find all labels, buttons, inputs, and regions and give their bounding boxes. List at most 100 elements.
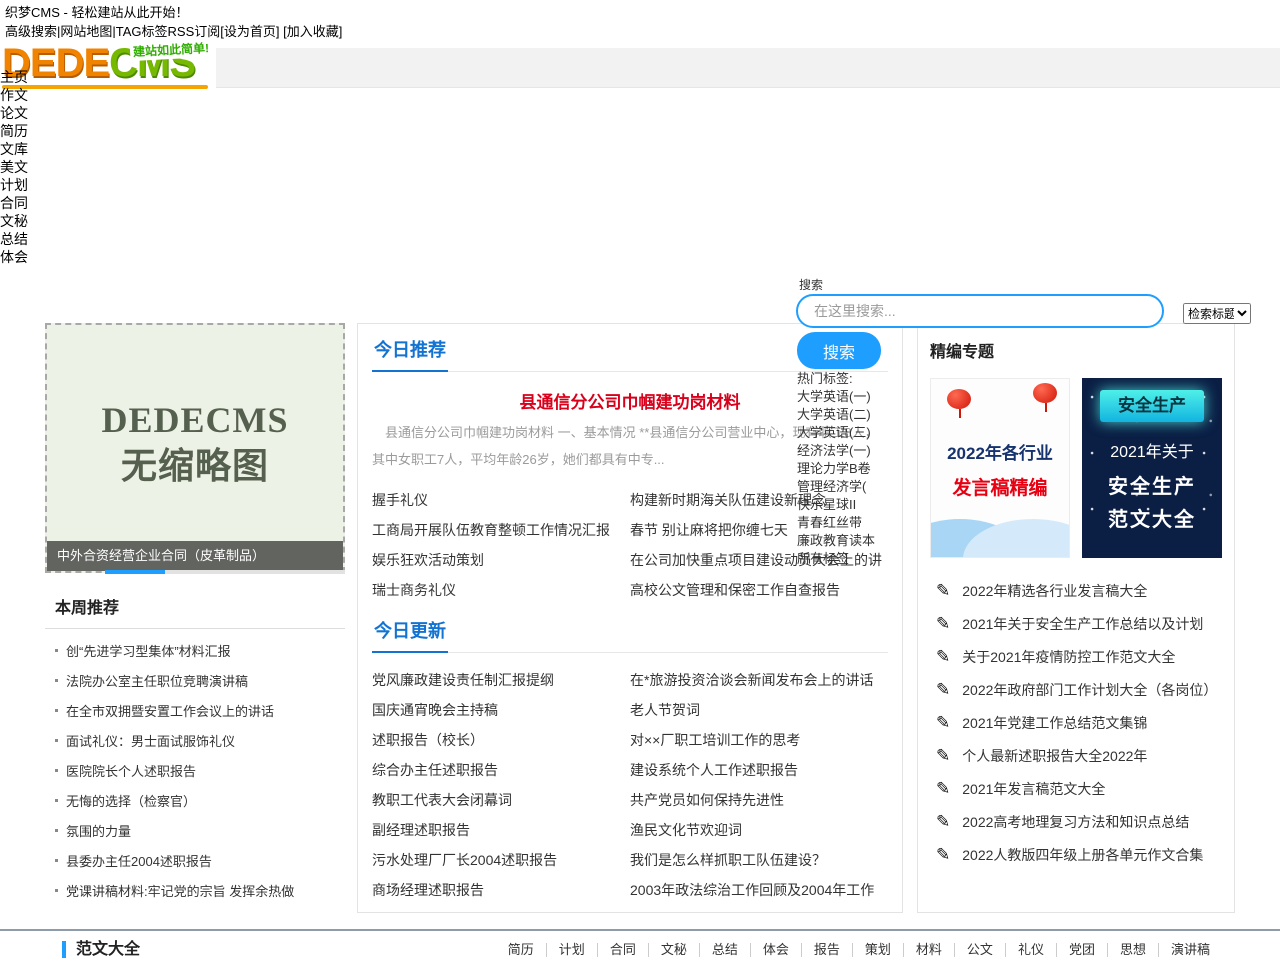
- footer-nav-link[interactable]: 演讲稿: [1171, 942, 1210, 957]
- article-link[interactable]: 党课讲稿材料:牢记党的宗旨 发挥余热做: [66, 884, 294, 899]
- edit-icon: ✎: [936, 581, 950, 601]
- footer-nav-link[interactable]: 体会: [763, 942, 789, 957]
- side-nav-link[interactable]: 合同: [0, 195, 28, 211]
- hot-tag-link[interactable]: 青春红丝带: [797, 514, 917, 532]
- article-link[interactable]: 建设系统个人工作述职报告: [630, 755, 888, 785]
- search-button[interactable]: 搜索: [797, 332, 881, 369]
- side-nav-link[interactable]: 总结: [0, 231, 28, 247]
- topic-link[interactable]: 2022高考地理复习方法和知识点总结: [962, 812, 1189, 832]
- article-row: 教职工代表大会闭幕词 共产党员如何保持先进性: [372, 785, 888, 815]
- side-nav-link[interactable]: 文秘: [0, 213, 28, 229]
- logo-slogan: 建站如此简单!: [130, 38, 213, 61]
- article-link[interactable]: 共产党员如何保持先进性: [630, 785, 888, 815]
- today-update-title: 今日更新: [372, 617, 448, 653]
- article-link[interactable]: 述职报告（校长）: [372, 725, 630, 755]
- hot-tag-link[interactable]: 大学英语(一): [797, 388, 917, 406]
- footer-nav-link[interactable]: 党团: [1069, 942, 1095, 957]
- hot-tag-link[interactable]: 所有标签: [797, 550, 917, 568]
- article-link[interactable]: 无悔的选择（检察官）: [66, 794, 196, 809]
- topic-link[interactable]: 个人最新述职报告大全2022年: [962, 746, 1147, 766]
- topic-banner-speeches[interactable]: 2022年各行业 发言稿精编: [930, 378, 1070, 558]
- article-link[interactable]: 老人节贺词: [630, 695, 888, 725]
- article-link[interactable]: 2003年政法综治工作回顾及2004年工作: [630, 875, 888, 905]
- slider-indicator[interactable]: [105, 570, 345, 574]
- edit-icon: ✎: [936, 746, 950, 766]
- search-scope-select[interactable]: 检索标题: [1183, 303, 1251, 324]
- hot-tag-link[interactable]: 管理经济学(: [797, 478, 917, 496]
- topic-link[interactable]: 2022年政府部门工作计划大全（各岗位）: [962, 680, 1217, 700]
- article-link[interactable]: 瑞士商务礼仪: [372, 575, 630, 605]
- article-link[interactable]: 县委办主任2004述职报告: [66, 854, 212, 869]
- search-input[interactable]: [796, 294, 1164, 328]
- slide-caption[interactable]: 中外合资经营企业合同（皮革制品）: [47, 541, 343, 571]
- side-nav-link[interactable]: 论文: [0, 105, 28, 121]
- article-link[interactable]: 污水处理厂厂长2004述职报告: [372, 845, 630, 875]
- article-link[interactable]: 工商局开展队伍教育整顿工作情况汇报: [372, 515, 630, 545]
- side-nav-link[interactable]: 美文: [0, 159, 28, 175]
- topic-banner-safety[interactable]: 安全生产 2021年关于 安全生产 范文大全: [1082, 378, 1222, 558]
- article-link[interactable]: 握手礼仪: [372, 485, 630, 515]
- topic-item: ✎ 个人最新述职报告大全2022年: [930, 739, 1222, 772]
- side-nav-link[interactable]: 体会: [0, 249, 28, 265]
- topic-link[interactable]: 关于2021年疫情防控工作范文大全: [962, 647, 1175, 667]
- footer-nav-link[interactable]: 礼仪: [1018, 942, 1044, 957]
- footer-nav-link[interactable]: 材料: [916, 942, 942, 957]
- thumbnail-placeholder: DEDECMS 无缩略图: [47, 397, 343, 489]
- footer-nav-link[interactable]: 简历: [508, 942, 534, 957]
- article-link[interactable]: 副经理述职报告: [372, 815, 630, 845]
- edit-icon: ✎: [936, 845, 950, 865]
- article-link[interactable]: 综合办主任述职报告: [372, 755, 630, 785]
- article-link[interactable]: 对××厂职工培训工作的思考: [630, 725, 888, 755]
- topic-link[interactable]: 2022人教版四年级上册各单元作文合集: [962, 845, 1203, 865]
- lantern-icon: [947, 389, 971, 409]
- article-link[interactable]: 氛围的力量: [66, 824, 131, 839]
- topics-section: 精编专题 2022年各行业 发言稿精编 安全生产 2021年关于 安全生产 范文…: [917, 323, 1235, 913]
- hot-tag-link[interactable]: 快乐星球II: [797, 496, 917, 514]
- article-link[interactable]: 面试礼仪：男士面试服饰礼仪: [66, 734, 235, 749]
- article-link[interactable]: 创“先进学习型集体”材料汇报: [66, 644, 231, 659]
- article-link[interactable]: 在全市双拥暨安置工作会议上的讲话: [66, 704, 274, 719]
- side-nav-link[interactable]: 文库: [0, 141, 28, 157]
- list-item: 创“先进学习型集体”材料汇报: [45, 637, 345, 667]
- article-link[interactable]: 法院办公室主任职位竞聘演讲稿: [66, 674, 248, 689]
- footer-nav-link[interactable]: 文秘: [661, 942, 687, 957]
- footer-nav-link[interactable]: 计划: [559, 942, 585, 957]
- hot-tag-link[interactable]: 廉政教育读本: [797, 532, 917, 550]
- hot-tag-link[interactable]: 大学英语(二): [797, 406, 917, 424]
- footer-nav-link[interactable]: 策划: [865, 942, 891, 957]
- footer-nav-link[interactable]: 报告: [814, 942, 840, 957]
- topic-link[interactable]: 2021年关于安全生产工作总结以及计划: [962, 614, 1203, 634]
- side-nav-link[interactable]: 作文: [0, 87, 28, 103]
- side-nav-link[interactable]: 简历: [0, 123, 28, 139]
- article-link[interactable]: 我们是怎么样抓职工队伍建设？: [630, 845, 888, 875]
- list-item: 氛围的力量: [45, 817, 345, 847]
- article-link[interactable]: 医院院长个人述职报告: [66, 764, 196, 779]
- hot-tag-link[interactable]: 理论力学B卷: [797, 460, 917, 478]
- article-row: 国庆通宵晚会主持稿 老人节贺词: [372, 695, 888, 725]
- slider-slide[interactable]: DEDECMS 无缩略图 中外合资经营企业合同（皮革制品）: [45, 323, 345, 573]
- topic-link[interactable]: 2021年党建工作总结范文集锦: [962, 713, 1147, 733]
- site-logo[interactable]: DEDECMS 建站如此简单!: [0, 38, 216, 90]
- article-link[interactable]: 教职工代表大会闭幕词: [372, 785, 630, 815]
- hot-tag-link[interactable]: 经济法学(一): [797, 442, 917, 460]
- article-link[interactable]: 党风廉政建设责任制汇报提纲: [372, 665, 630, 695]
- topic-link[interactable]: 2022年精选各行业发言稿大全: [962, 581, 1147, 601]
- week-recommend-list: 创“先进学习型集体”材料汇报 法院办公室主任职位竞聘演讲稿 在全市双拥暨安置工作…: [45, 637, 345, 907]
- edit-icon: ✎: [936, 647, 950, 667]
- article-link[interactable]: 高校公文管理和保密工作自查报告: [630, 575, 888, 605]
- footer-nav-link[interactable]: 总结: [712, 942, 738, 957]
- footer-nav-link[interactable]: 公文: [967, 942, 993, 957]
- article-link[interactable]: 在*旅游投资洽谈会新闻发布会上的讲话: [630, 665, 888, 695]
- side-nav-link[interactable]: 主页: [0, 69, 28, 85]
- hot-tag-link[interactable]: 大学英语(三): [797, 424, 917, 442]
- footer-nav-link[interactable]: 思想: [1120, 942, 1146, 957]
- side-nav-link[interactable]: 计划: [0, 177, 28, 193]
- topic-link[interactable]: 2021年发言稿范文大全: [962, 779, 1105, 799]
- article-link[interactable]: 国庆通宵晚会主持稿: [372, 695, 630, 725]
- lantern-icon: [1033, 383, 1057, 403]
- article-link[interactable]: 渔民文化节欢迎词: [630, 815, 888, 845]
- article-link[interactable]: 商场经理述职报告: [372, 875, 630, 905]
- footer-nav-link[interactable]: 合同: [610, 942, 636, 957]
- article-link[interactable]: 娱乐狂欢活动策划: [372, 545, 630, 575]
- topic-item: ✎ 关于2021年疫情防控工作范文大全: [930, 640, 1222, 673]
